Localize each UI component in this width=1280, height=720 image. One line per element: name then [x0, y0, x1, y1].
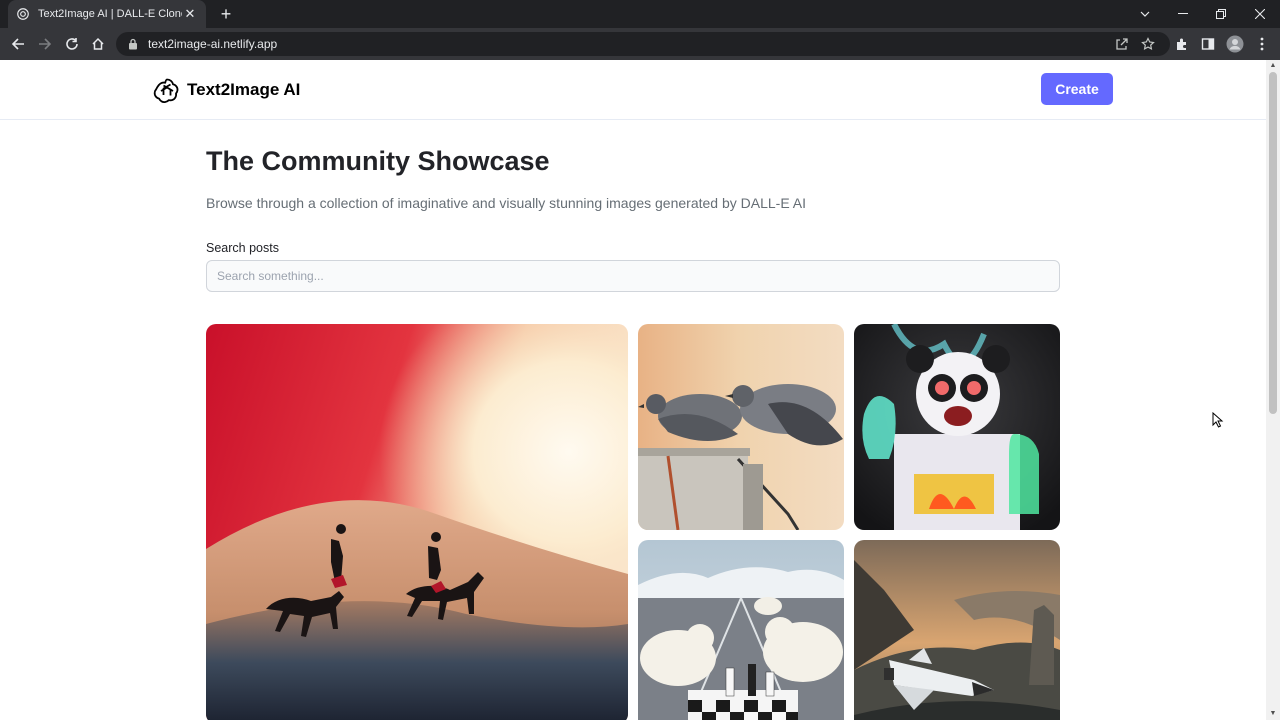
openai-logo-icon	[153, 76, 181, 104]
profile-avatar-icon[interactable]	[1225, 34, 1245, 54]
page-subtitle: Browse through a collection of imaginati…	[206, 195, 807, 211]
side-panel-icon[interactable]	[1198, 34, 1218, 54]
scroll-up-icon[interactable]: ▲	[1269, 62, 1277, 70]
gallery-card[interactable]	[638, 324, 844, 530]
tab-search-chevron-icon[interactable]	[1126, 0, 1164, 28]
tab-title: Text2Image AI | DALL-E Clone	[38, 8, 182, 20]
lock-icon	[128, 38, 138, 50]
address-bar[interactable]: text2image-ai.netlify.app	[116, 32, 1170, 56]
back-icon[interactable]	[8, 34, 28, 54]
create-button[interactable]: Create	[1041, 73, 1113, 105]
search-input[interactable]	[206, 260, 1060, 292]
page-viewport: Text2Image AI Create The Community Showc…	[0, 60, 1266, 720]
space-shuttle-landscape-image	[854, 540, 1060, 720]
forward-icon[interactable]	[35, 34, 55, 54]
new-tab-icon[interactable]: +	[216, 4, 236, 24]
gallery-card[interactable]	[206, 324, 628, 720]
reload-icon[interactable]	[62, 34, 82, 54]
mouse-cursor-icon	[1212, 411, 1224, 428]
gallery-card[interactable]	[854, 324, 1060, 530]
tab-strip: Text2Image AI | DALL-E Clone ✕ +	[0, 0, 1280, 28]
browser-chrome: Text2Image AI | DALL-E Clone ✕ + text2im…	[0, 0, 1280, 60]
page-title: The Community Showcase	[206, 146, 550, 176]
share-icon[interactable]	[1112, 34, 1132, 54]
scrollbar-thumb[interactable]	[1269, 72, 1277, 414]
search-label: Search posts	[206, 241, 279, 255]
scroll-down-icon[interactable]: ▼	[1269, 710, 1277, 718]
close-tab-icon[interactable]: ✕	[182, 6, 198, 22]
site-logo[interactable]: Text2Image AI	[153, 76, 300, 104]
url-text: text2image-ai.netlify.app	[148, 37, 278, 51]
pigeons-image	[638, 324, 844, 530]
browser-tab[interactable]: Text2Image AI | DALL-E Clone ✕	[8, 0, 206, 28]
close-window-icon[interactable]	[1241, 0, 1279, 28]
kebab-menu-icon[interactable]	[1252, 34, 1272, 54]
bookmark-star-icon[interactable]	[1138, 34, 1158, 54]
minimize-icon[interactable]	[1164, 0, 1202, 28]
extensions-icon[interactable]	[1172, 34, 1192, 54]
page-scrollbar[interactable]: ▲ ▼	[1266, 60, 1280, 720]
showcase-section: The Community Showcase Browse through a …	[0, 121, 1266, 720]
site-header: Text2Image AI Create	[0, 60, 1266, 120]
horse-riders-sunset-image	[206, 324, 628, 720]
polar-bears-chess-image	[638, 540, 844, 720]
openai-favicon-icon	[16, 7, 30, 21]
panda-scientist-image	[854, 324, 1060, 530]
restore-icon[interactable]	[1202, 0, 1240, 28]
brand-name: Text2Image AI	[187, 80, 301, 99]
gallery-card[interactable]	[638, 540, 844, 720]
gallery-card[interactable]	[854, 540, 1060, 720]
home-icon[interactable]	[88, 34, 108, 54]
